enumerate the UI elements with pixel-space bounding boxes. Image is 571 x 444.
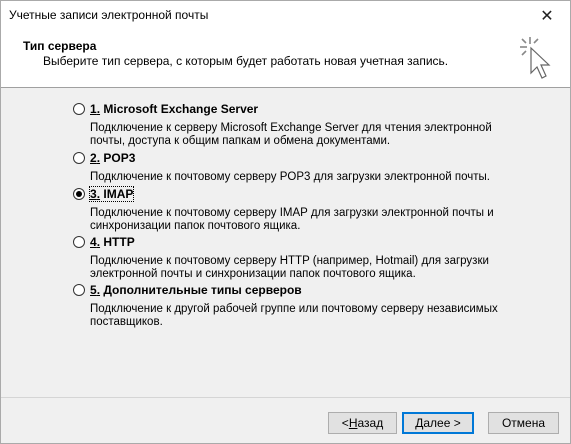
header-subtitle: Выберите тип сервера, с которым будет ра…	[43, 54, 449, 68]
radio-exchange[interactable]	[73, 103, 85, 115]
option-number: 4	[90, 235, 97, 249]
radio-other[interactable]	[73, 284, 85, 296]
option-label: HTTP	[100, 235, 135, 249]
option-number: 3	[90, 187, 97, 201]
option-description: Подключение к почтовому серверу POP3 для…	[90, 171, 490, 183]
title-bar: Учетные записи электронной почты ✕	[1, 1, 570, 31]
dialog-window: Учетные записи электронной почты ✕ Тип с…	[0, 0, 571, 444]
option-label: IMAP	[100, 187, 134, 201]
option-description: Подключение к серверу Microsoft Exchange…	[90, 122, 492, 147]
option-number: 2	[90, 151, 97, 165]
wizard-header: Тип сервера Выберите тип сервера, с кото…	[1, 31, 570, 88]
option-label: Дополнительные типы серверов	[100, 283, 302, 297]
option-label: POP3	[100, 151, 136, 165]
window-title: Учетные записи электронной почты	[9, 8, 209, 22]
new-account-cursor-icon	[520, 37, 551, 79]
divider	[1, 397, 570, 398]
option-description: Подключение к почтовому серверу IMAP для…	[90, 207, 494, 232]
option-description: Подключение к другой рабочей группе или …	[90, 303, 498, 328]
next-button[interactable]: Далее >	[402, 412, 474, 434]
option-number: 5	[90, 283, 97, 297]
radio-pop3[interactable]	[73, 152, 85, 164]
option-label: Microsoft Exchange Server	[100, 102, 259, 116]
option-description: Подключение к почтовому серверу HTTP (на…	[90, 255, 489, 280]
radio-http[interactable]	[73, 236, 85, 248]
back-button[interactable]: < Назад	[328, 412, 397, 434]
cancel-button[interactable]: Отмена	[488, 412, 559, 434]
close-icon[interactable]: ✕	[530, 1, 564, 31]
option-number: 1	[90, 102, 97, 116]
header-title: Тип сервера	[23, 39, 97, 53]
radio-imap[interactable]	[73, 188, 85, 200]
